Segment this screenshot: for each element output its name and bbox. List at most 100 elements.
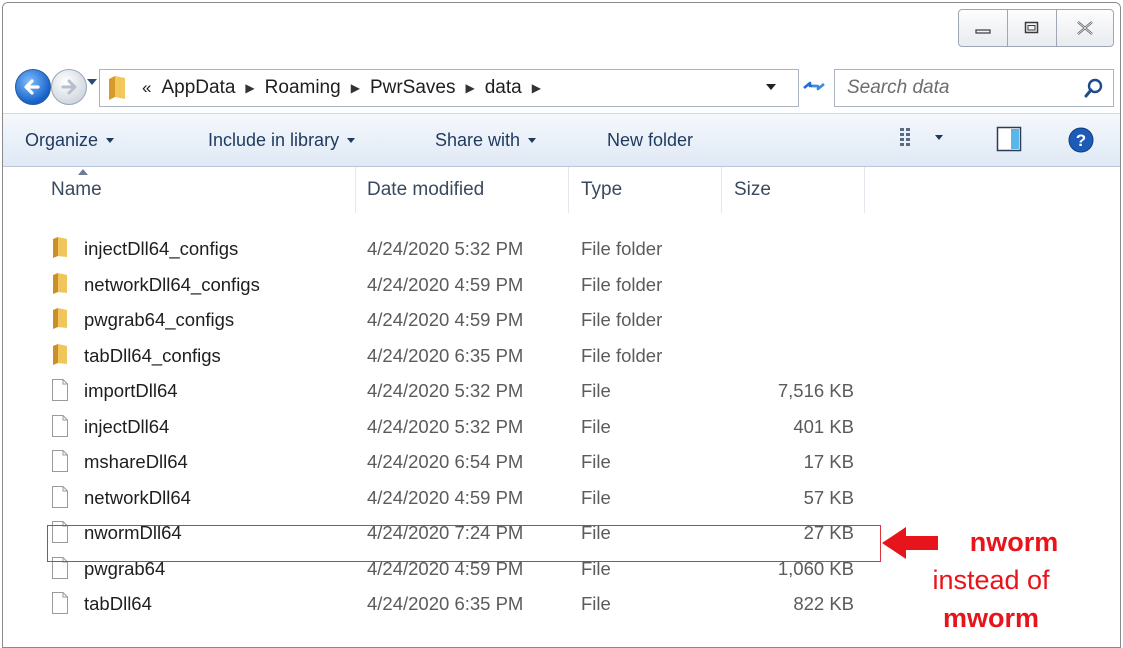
table-row[interactable]: tabDll64_configs 4/24/2020 6:35 PM File fo… [3,339,883,375]
file-name: importDll64 [84,380,178,401]
file-icon [52,450,68,472]
chevron-down-icon [106,138,115,143]
file-icon [52,592,68,614]
file-type: File folder [581,238,663,259]
annotation-line2: instead of [932,565,1050,595]
breadcrumb-data[interactable]: data [485,77,522,99]
breadcrumb-separator-icon[interactable]: ▶ [245,81,254,95]
column-header-name[interactable]: Name [51,165,102,215]
annotation-line3: mworm [942,603,1040,633]
minimize-button[interactable] [958,9,1008,47]
help-button[interactable]: ? [1067,126,1095,154]
folder-icon [109,76,125,100]
file-size: 57 KB [803,486,854,508]
file-type: File [581,380,611,401]
preview-pane-icon [996,126,1022,152]
file-icon [52,485,68,508]
close-icon [1077,21,1093,35]
share-with-button[interactable]: Share with [435,130,537,151]
breadcrumb-separator-icon[interactable]: ▶ [465,81,474,95]
annotation-text: nworm instead of mworm [891,523,1091,637]
file-date: 4/24/2020 5:32 PM [367,238,524,259]
file-name: tabDll64_configs [84,344,221,366]
file-size: 7,516 KB [777,380,854,401]
table-row[interactable]: tabDll64 4/24/2020 6:35 PM File 822 KB [3,587,883,623]
organize-button[interactable]: Organize [25,130,115,151]
folder-icon [53,272,67,294]
command-bar: Organize Include in library Share with N… [3,113,1120,167]
folder-icon [53,237,67,258]
preview-pane-button[interactable] [996,126,1022,152]
file-list: injectDll64_configs 4/24/2020 5:32 PM File… [3,232,883,623]
address-history-dropdown[interactable] [766,84,776,90]
file-date: 4/24/2020 5:32 PM [367,380,524,401]
table-row[interactable]: networkDll64 4/24/2020 4:59 PM File 57 KB [3,481,883,517]
file-type: File folder [581,273,663,295]
file-date: 4/24/2020 4:59 PM [367,273,524,295]
file-date: 4/24/2020 6:35 PM [367,344,524,366]
maximize-button[interactable] [1008,9,1057,47]
file-type: File [581,415,611,437]
change-view-button[interactable] [899,126,943,148]
back-button[interactable] [15,69,51,105]
search-icon[interactable] [1083,77,1105,99]
column-header-size[interactable]: Size [734,165,771,215]
refresh-icon [803,81,825,91]
include-in-library-button[interactable]: Include in library [208,130,356,151]
table-row[interactable]: importDll64 4/24/2020 5:32 PM File 7,516 KB [3,374,883,410]
new-folder-label: New folder [607,130,694,150]
search-box[interactable]: Search data [834,69,1114,107]
svg-text:?: ? [1076,131,1086,150]
file-icon [52,379,68,401]
file-date: 4/24/2020 4:59 PM [367,309,524,330]
table-row[interactable]: mshareDll64 4/24/2020 6:54 PM File 17 KB [3,445,883,481]
file-type: File [581,451,611,472]
view-options-dropdown-icon[interactable] [935,134,943,140]
breadcrumb-separator-icon[interactable]: ▶ [532,81,541,95]
file-name: injectDll64_configs [84,238,239,259]
column-header-type[interactable]: Type [581,165,622,215]
table-row[interactable]: injectDll64 4/24/2020 5:32 PM File 401 KB [3,410,883,446]
forward-button[interactable] [51,69,87,105]
forward-arrow-icon [61,79,77,95]
file-type: File [581,486,611,508]
details-view-icon [900,128,910,146]
file-name: networkDll64_configs [84,273,260,295]
file-name: mshareDll64 [84,451,188,472]
file-date: 4/24/2020 6:54 PM [367,451,524,472]
breadcrumb-appdata[interactable]: AppData [161,77,235,99]
table-row[interactable]: pwgrab64_configs 4/24/2020 4:59 PM File fo… [3,303,883,339]
column-header-date[interactable]: Date modified [367,165,484,215]
address-row: « AppData ▶ Roaming ▶ PwrSaves ▶ data ▶ … [3,61,1120,111]
refresh-button[interactable] [801,75,827,103]
address-bar[interactable]: « AppData ▶ Roaming ▶ PwrSaves ▶ data ▶ [99,69,799,107]
file-date: 4/24/2020 6:35 PM [367,593,524,614]
folder-icon [53,308,67,329]
share-with-label: Share with [435,130,521,150]
column-divider[interactable] [355,167,356,213]
file-name: networkDll64 [84,486,191,508]
breadcrumb-separator-icon[interactable]: ▶ [351,81,360,95]
annotation-line1: nworm [969,527,1059,557]
file-name: tabDll64 [84,593,152,614]
organize-label: Organize [25,130,99,150]
table-row[interactable]: injectDll64_configs 4/24/2020 5:32 PM File… [3,232,883,268]
file-type: File [581,593,611,614]
new-folder-button[interactable]: New folder [607,130,693,151]
breadcrumb-pwrsaves[interactable]: PwrSaves [370,77,456,99]
back-arrow-icon [24,79,40,95]
column-divider[interactable] [568,167,569,213]
recent-pages-dropdown[interactable] [87,79,97,85]
file-name: injectDll64 [84,415,170,437]
column-divider[interactable] [864,167,865,213]
caption-buttons [958,9,1114,47]
explorer-window: « AppData ▶ Roaming ▶ PwrSaves ▶ data ▶ … [2,2,1121,648]
breadcrumb-roaming[interactable]: Roaming [265,77,341,99]
search-input[interactable]: Search data [847,77,1083,99]
table-row[interactable]: networkDll64_configs 4/24/2020 4:59 PM Fil… [3,268,883,304]
breadcrumb-overflow[interactable]: « [142,78,151,98]
file-size: 401 KB [793,415,854,437]
column-divider[interactable] [721,167,722,213]
minimize-icon [975,29,991,34]
close-button[interactable] [1057,9,1114,47]
